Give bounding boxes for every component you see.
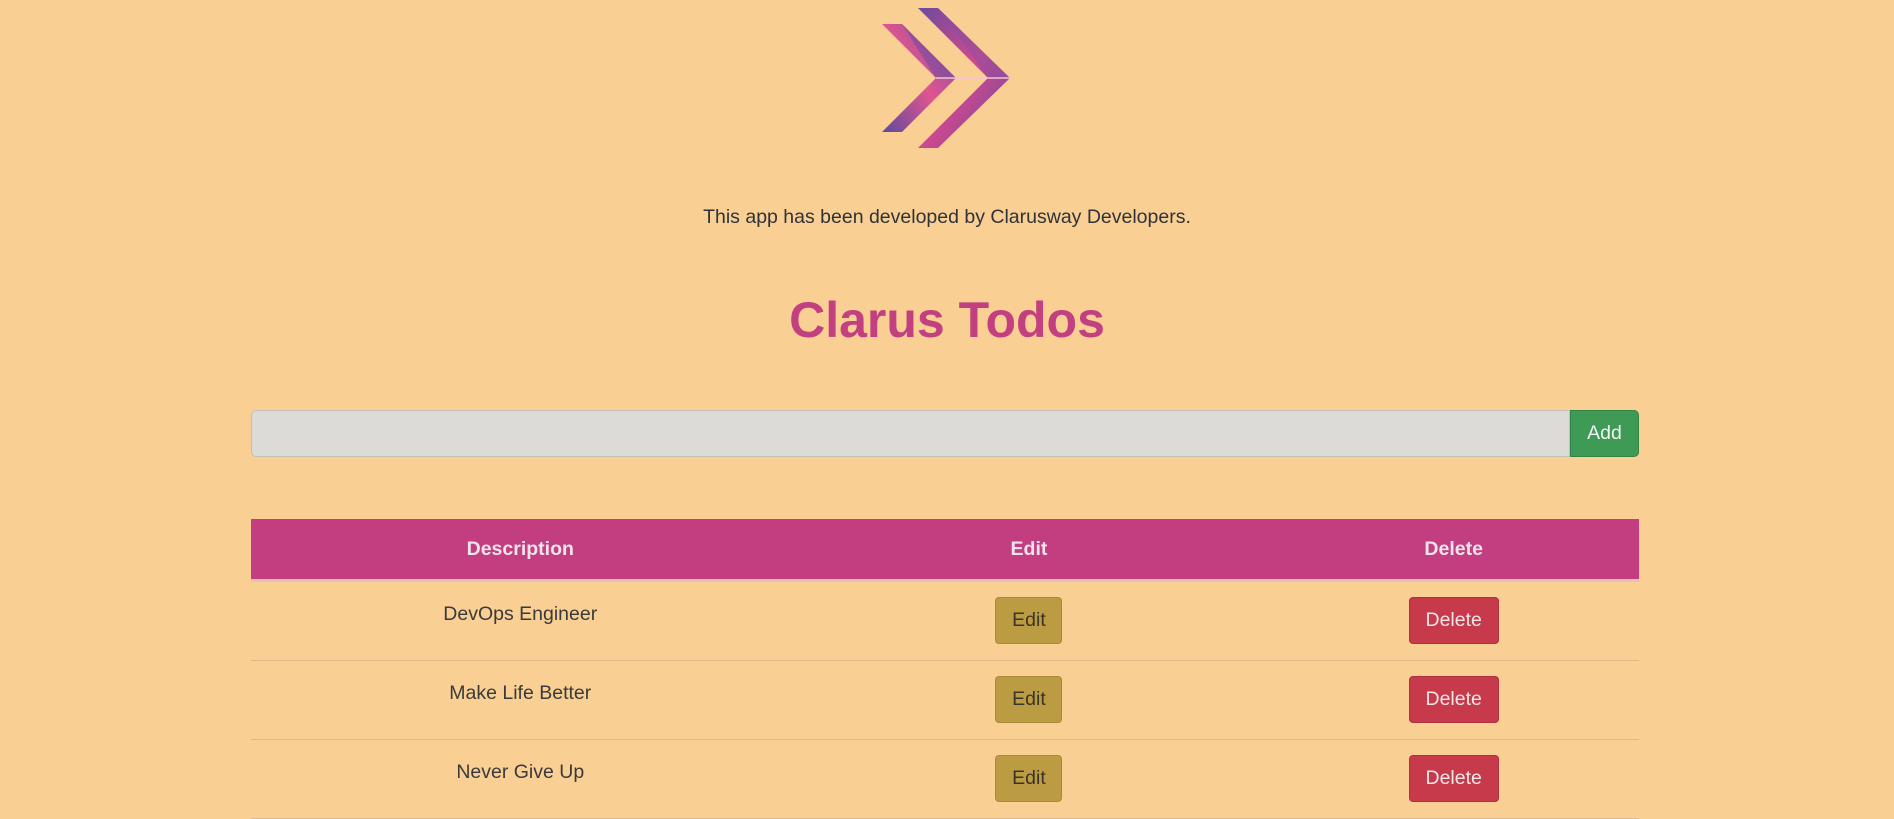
- edit-button[interactable]: Edit: [995, 676, 1063, 723]
- table-row: Make Life Better Edit Delete: [251, 660, 1639, 740]
- todo-input[interactable]: [251, 410, 1570, 457]
- delete-button[interactable]: Delete: [1408, 597, 1499, 644]
- developer-credit-text: This app has been developed by Clarusway…: [703, 206, 1191, 228]
- todo-description: DevOps Engineer: [443, 603, 598, 625]
- header-edit: Edit: [789, 519, 1269, 582]
- table-row: Never Give Up Edit Delete: [251, 739, 1639, 819]
- delete-button[interactable]: Delete: [1408, 755, 1499, 802]
- edit-button[interactable]: Edit: [995, 755, 1063, 802]
- todo-description: Never Give Up: [456, 761, 585, 783]
- todos-table: Description Edit Delete DevOps Engineer …: [251, 519, 1639, 819]
- table-header-row: Description Edit Delete: [251, 519, 1639, 582]
- page-title: Clarus Todos: [789, 292, 1105, 348]
- delete-button[interactable]: Delete: [1408, 676, 1499, 723]
- add-button[interactable]: Add: [1570, 410, 1639, 457]
- header-description: Description: [251, 519, 790, 582]
- todo-description: Make Life Better: [449, 682, 592, 704]
- header-delete: Delete: [1268, 519, 1639, 582]
- table-row: DevOps Engineer Edit Delete: [251, 580, 1639, 661]
- edit-button[interactable]: Edit: [995, 597, 1063, 644]
- double-chevron-logo-icon: [882, 8, 1010, 148]
- add-todo-form: Add: [251, 410, 1639, 457]
